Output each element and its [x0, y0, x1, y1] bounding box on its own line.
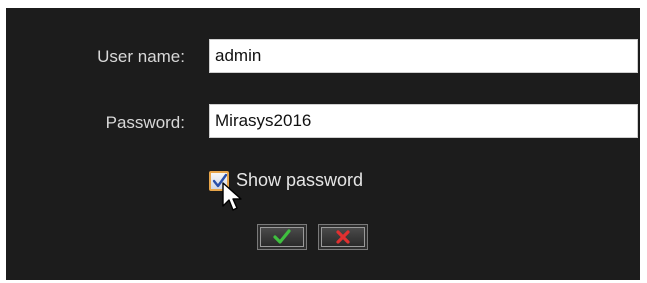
username-field[interactable]: [209, 39, 638, 73]
checkmark-icon: [273, 229, 291, 244]
show-password-label[interactable]: Show password: [236, 170, 363, 191]
login-dialog: User name: Password: Show password: [6, 8, 640, 280]
mouse-pointer-icon: [222, 182, 244, 217]
window-top-edge: [0, 0, 647, 6]
ok-button[interactable]: [257, 224, 307, 250]
cancel-button[interactable]: [318, 224, 368, 250]
password-label: Password:: [105, 113, 185, 132]
password-field[interactable]: [209, 104, 638, 138]
username-label: User name:: [97, 47, 185, 66]
x-icon: [336, 230, 350, 244]
